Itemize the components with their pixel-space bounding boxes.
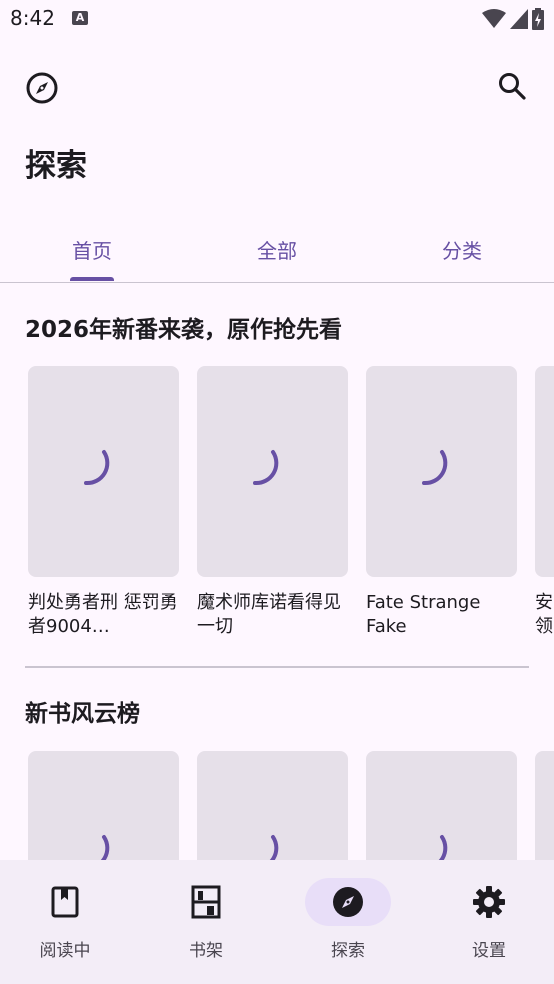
book-card[interactable]: 魔术师库诺看得见一切 xyxy=(197,366,348,639)
page-title: 探索 xyxy=(25,148,87,184)
nav-label: 设置 xyxy=(472,941,506,961)
tab-categories[interactable]: 分类 xyxy=(370,216,554,282)
loading-spinner-icon xyxy=(421,449,447,485)
book-card[interactable]: Fate Strange Fake xyxy=(366,366,517,639)
book-card[interactable]: 判处勇者刑 惩罚勇者9004… xyxy=(28,366,179,639)
status-bar: 8:42 A xyxy=(0,0,554,40)
nav-icon-container xyxy=(22,878,108,926)
book-title: Fate Strange Fake xyxy=(366,592,481,637)
section-divider xyxy=(25,666,529,668)
book-icon xyxy=(51,886,79,918)
battery-icon xyxy=(532,8,544,30)
book-cover xyxy=(366,366,517,577)
nav-item-reading[interactable]: 阅读中 xyxy=(0,860,134,984)
book-cover xyxy=(197,366,348,577)
book-title: 判处勇者刑 惩罚勇者9004… xyxy=(28,592,178,637)
nav-icon-container xyxy=(163,878,249,926)
section-title: 2026年新番来袭，原作抢先看 xyxy=(25,317,343,343)
signal-icon xyxy=(510,9,528,29)
book-cover xyxy=(28,366,179,577)
loading-spinner-icon xyxy=(83,449,109,485)
bookshelf-icon xyxy=(191,885,221,919)
tab-bar: 首页 全部 分类 xyxy=(0,216,554,283)
nav-label: 阅读中 xyxy=(39,941,91,961)
notification-icon: A xyxy=(72,11,88,25)
bottom-navigation: 阅读中 书架 探索 设置 xyxy=(0,860,554,984)
tab-indicator xyxy=(70,277,114,281)
status-icons xyxy=(482,8,544,30)
loading-spinner-icon xyxy=(252,449,278,485)
top-app-bar xyxy=(0,60,554,116)
gear-icon xyxy=(473,886,505,918)
book-title: 安 领 xyxy=(535,592,553,637)
book-card[interactable]: 安 领 xyxy=(535,366,554,639)
search-button[interactable] xyxy=(490,64,534,108)
wifi-icon xyxy=(482,9,506,28)
nav-active-indicator xyxy=(305,878,391,926)
nav-label: 探索 xyxy=(331,941,365,961)
status-time: 8:42 xyxy=(10,6,55,30)
nav-label: 书架 xyxy=(189,941,223,961)
search-icon xyxy=(499,73,526,100)
explore-icon-button[interactable] xyxy=(20,66,64,110)
nav-icon-container xyxy=(446,878,532,926)
compass-icon xyxy=(333,887,363,917)
tab-home[interactable]: 首页 xyxy=(0,216,184,282)
section-title: 新书风云榜 xyxy=(25,701,140,727)
nav-item-bookshelf[interactable]: 书架 xyxy=(137,860,275,984)
tab-all[interactable]: 全部 xyxy=(185,216,369,282)
nav-item-explore[interactable]: 探索 xyxy=(279,860,417,984)
book-title: 魔术师库诺看得见一切 xyxy=(197,592,341,637)
compass-icon xyxy=(26,72,58,104)
book-cover xyxy=(535,366,554,577)
nav-item-settings[interactable]: 设置 xyxy=(420,860,554,984)
